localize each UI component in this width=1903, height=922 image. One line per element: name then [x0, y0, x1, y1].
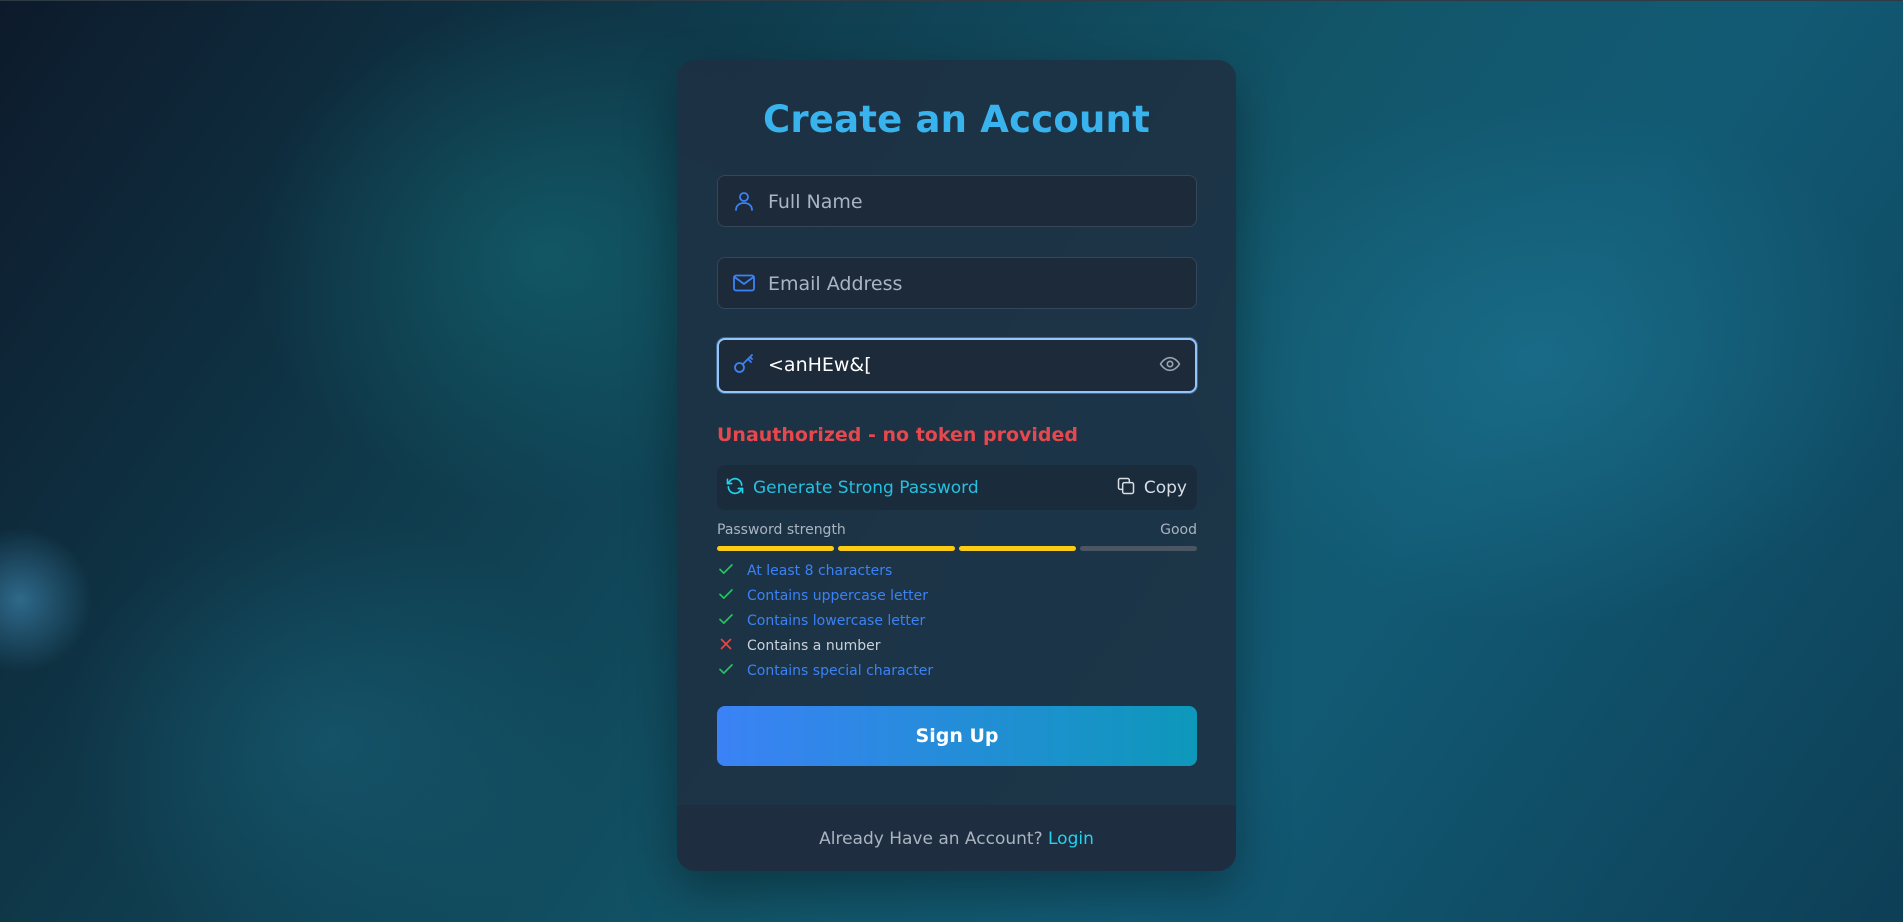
- check-icon: [717, 585, 735, 607]
- page-title: Create an Account: [762, 98, 1150, 141]
- requirement-item: Contains a number: [717, 636, 880, 656]
- full-name-input[interactable]: Full Name: [768, 176, 863, 228]
- requirement-item: Contains lowercase letter: [717, 611, 925, 631]
- refresh-icon: [725, 476, 745, 500]
- requirement-item: At least 8 characters: [717, 561, 892, 581]
- footer: Already Have an Account? Login: [677, 805, 1236, 871]
- copy-label: Copy: [1143, 477, 1187, 498]
- strength-segment: [959, 546, 1076, 551]
- email-field[interactable]: Email Address: [717, 257, 1197, 309]
- show-password-icon[interactable]: [1159, 355, 1181, 373]
- login-link[interactable]: Login: [1048, 829, 1094, 849]
- generate-password-label: Generate Strong Password: [753, 477, 979, 498]
- full-name-field[interactable]: Full Name: [717, 175, 1197, 227]
- password-field[interactable]: <anHEw&[: [717, 338, 1197, 393]
- requirement-label: Contains uppercase letter: [747, 588, 928, 604]
- strength-rating: Good: [1160, 522, 1197, 538]
- user-icon: [732, 189, 756, 213]
- top-border: [0, 0, 1903, 1]
- requirement-item: Contains special character: [717, 661, 933, 681]
- requirement-label: Contains lowercase letter: [747, 613, 926, 629]
- sign-up-button[interactable]: Sign Up: [717, 706, 1197, 766]
- signup-card: Create an Account Full Name Email Addres…: [677, 60, 1236, 871]
- check-icon: [717, 560, 735, 582]
- requirement-label: Contains a number: [747, 638, 881, 654]
- copy-button[interactable]: Copy: [1116, 465, 1187, 510]
- requirement-label: At least 8 characters: [747, 563, 893, 579]
- login-prompt: Already Have an Account?: [819, 829, 1043, 849]
- mail-icon: [732, 271, 756, 295]
- requirement-label: Contains special character: [747, 663, 934, 679]
- check-icon: [717, 660, 735, 682]
- strength-segment: [1080, 546, 1197, 551]
- requirement-item: Contains uppercase letter: [717, 586, 928, 606]
- email-input[interactable]: Email Address: [768, 258, 902, 310]
- strength-label: Password strength: [717, 522, 846, 538]
- check-icon: [717, 610, 735, 632]
- x-icon: [717, 635, 735, 657]
- key-icon: [732, 352, 756, 376]
- password-input[interactable]: <anHEw&[: [768, 340, 872, 391]
- copy-icon: [1116, 476, 1136, 500]
- strength-meter: [717, 546, 1197, 551]
- password-generator-bar: Generate Strong Password Copy: [717, 465, 1197, 510]
- error-message: Unauthorized - no token provided: [717, 424, 1078, 446]
- strength-segment: [717, 546, 834, 551]
- generate-password-button[interactable]: Generate Strong Password: [725, 465, 979, 510]
- strength-segment: [838, 546, 955, 551]
